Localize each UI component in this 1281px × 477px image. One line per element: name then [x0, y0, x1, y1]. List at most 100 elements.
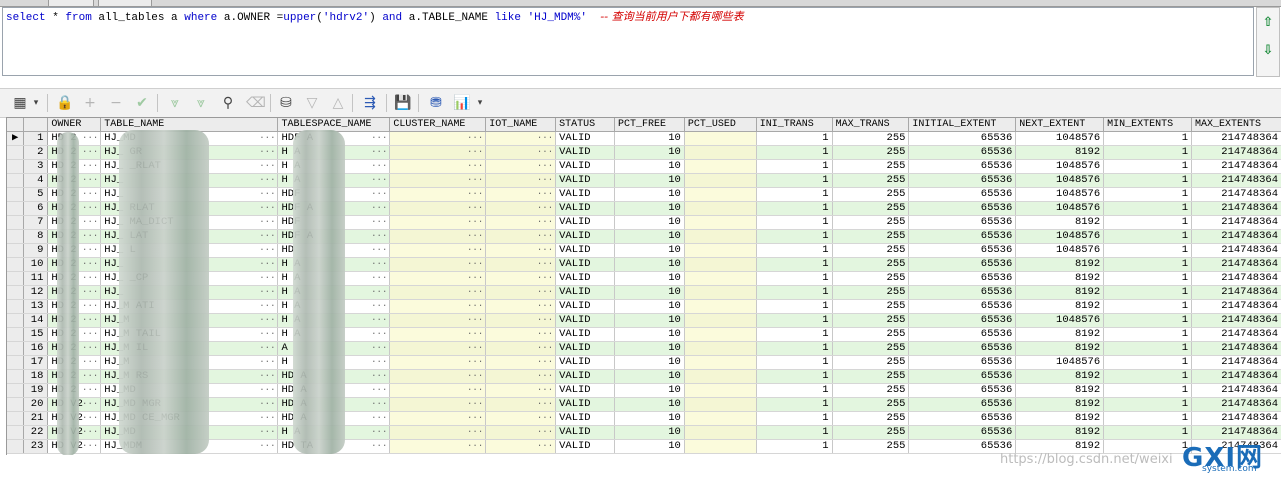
- cell-iot-name[interactable]: ···: [485, 299, 557, 314]
- cell-max-extents[interactable]: 214748364: [1191, 383, 1281, 398]
- cell-next-extent[interactable]: 8192: [1015, 383, 1105, 398]
- cell-pct-used[interactable]: [684, 285, 757, 300]
- cell-iot-name[interactable]: ···: [485, 285, 557, 300]
- cell-pct-free[interactable]: 10: [614, 299, 685, 314]
- cell-iot-name[interactable]: ···: [485, 397, 557, 412]
- cell-ini-trans[interactable]: 1: [756, 411, 833, 426]
- ellipsis-button[interactable]: ···: [537, 132, 553, 145]
- ellipsis-button[interactable]: ···: [467, 160, 483, 173]
- cell-cluster-name[interactable]: ···: [389, 327, 487, 342]
- cell-next-extent[interactable]: 8192: [1015, 369, 1105, 384]
- cell-min-extents[interactable]: 1: [1103, 145, 1193, 160]
- cell-pct-free[interactable]: 10: [614, 411, 685, 426]
- cell-next-extent[interactable]: 1048576: [1015, 229, 1105, 244]
- ellipsis-button[interactable]: ···: [82, 426, 98, 439]
- ellipsis-button[interactable]: ···: [82, 188, 98, 201]
- cell-pct-used[interactable]: [684, 243, 757, 258]
- cell-max-extents[interactable]: 214748364: [1191, 201, 1281, 216]
- cell-pct-used[interactable]: [684, 327, 757, 342]
- cell-min-extents[interactable]: 1: [1103, 299, 1193, 314]
- ellipsis-button[interactable]: ···: [371, 342, 387, 355]
- ellipsis-button[interactable]: ···: [82, 356, 98, 369]
- cell-pct-free[interactable]: 10: [614, 397, 685, 412]
- delete-record-icon[interactable]: −: [106, 93, 126, 113]
- cell-pct-used[interactable]: [684, 397, 757, 412]
- cell-next-extent[interactable]: 8192: [1015, 411, 1105, 426]
- cell-next-extent[interactable]: 1048576: [1015, 313, 1105, 328]
- cell-next-extent[interactable]: 1048576: [1015, 187, 1105, 202]
- cell-status[interactable]: VALID: [555, 271, 615, 286]
- cell-initial-extent[interactable]: 65536: [908, 327, 1017, 342]
- cell-iot-name[interactable]: ···: [485, 383, 557, 398]
- cell-iot-name[interactable]: ···: [485, 425, 557, 440]
- ellipsis-button[interactable]: ···: [259, 258, 275, 271]
- cell-cluster-name[interactable]: ···: [389, 159, 487, 174]
- cell-max-trans[interactable]: 255: [832, 313, 910, 328]
- ellipsis-button[interactable]: ···: [537, 356, 553, 369]
- cell-initial-extent[interactable]: 65536: [908, 411, 1017, 426]
- ellipsis-button[interactable]: ···: [259, 202, 275, 215]
- cell-max-trans[interactable]: 255: [832, 145, 910, 160]
- cell-ini-trans[interactable]: 1: [756, 341, 833, 356]
- cell-pct-free[interactable]: 10: [614, 201, 685, 216]
- cell-max-extents[interactable]: 214748364: [1191, 327, 1281, 342]
- cell-cluster-name[interactable]: ···: [389, 383, 487, 398]
- cell-next-extent[interactable]: 8192: [1015, 341, 1105, 356]
- sql-editor[interactable]: select * from all_tables a where a.OWNER…: [2, 7, 1254, 76]
- cell-iot-name[interactable]: ···: [485, 201, 557, 216]
- cell-cluster-name[interactable]: ···: [389, 369, 487, 384]
- cell-pct-used[interactable]: [684, 411, 757, 426]
- column-header-min-extents[interactable]: MIN_EXTENTS: [1103, 118, 1193, 132]
- cell-max-trans[interactable]: 255: [832, 425, 910, 440]
- cell-ini-trans[interactable]: 1: [756, 243, 833, 258]
- cell-max-trans[interactable]: 255: [832, 215, 910, 230]
- ellipsis-button[interactable]: ···: [82, 146, 98, 159]
- cell-next-extent[interactable]: 8192: [1015, 257, 1105, 272]
- result-grid[interactable]: OWNER TABLE_NAME TABLESPACE_NAME CLUSTER_NA…: [6, 117, 1281, 456]
- cell-pct-used[interactable]: [684, 201, 757, 216]
- next-query-icon[interactable]: ⇩: [1261, 44, 1275, 58]
- cell-pct-used[interactable]: [684, 215, 757, 230]
- ellipsis-button[interactable]: ···: [259, 356, 275, 369]
- ellipsis-button[interactable]: ···: [537, 216, 553, 229]
- sort-icon[interactable]: △: [328, 93, 348, 113]
- cell-status[interactable]: VALID: [555, 159, 615, 174]
- cell-initial-extent[interactable]: 65536: [908, 159, 1017, 174]
- ellipsis-button[interactable]: ···: [259, 314, 275, 327]
- cell-max-extents[interactable]: 214748364: [1191, 131, 1281, 146]
- cell-max-extents[interactable]: 214748364: [1191, 313, 1281, 328]
- cell-cluster-name[interactable]: ···: [389, 229, 487, 244]
- cell-pct-used[interactable]: [684, 383, 757, 398]
- cell-pct-free[interactable]: 10: [614, 327, 685, 342]
- ellipsis-button[interactable]: ···: [259, 412, 275, 425]
- cell-pct-free[interactable]: 10: [614, 159, 685, 174]
- cell-max-extents[interactable]: 214748364: [1191, 397, 1281, 412]
- ellipsis-button[interactable]: ···: [467, 370, 483, 383]
- cell-status[interactable]: VALID: [555, 439, 615, 454]
- ellipsis-button[interactable]: ···: [371, 272, 387, 285]
- ellipsis-button[interactable]: ···: [259, 244, 275, 257]
- ellipsis-button[interactable]: ···: [467, 174, 483, 187]
- cell-initial-extent[interactable]: 65536: [908, 229, 1017, 244]
- ellipsis-button[interactable]: ···: [82, 258, 98, 271]
- ellipsis-button[interactable]: ···: [537, 160, 553, 173]
- ellipsis-button[interactable]: ···: [537, 314, 553, 327]
- query-by-example-icon[interactable]: ⛁: [276, 93, 296, 113]
- cell-cluster-name[interactable]: ···: [389, 299, 487, 314]
- ellipsis-button[interactable]: ···: [537, 146, 553, 159]
- ellipsis-button[interactable]: ···: [467, 216, 483, 229]
- cell-next-extent[interactable]: 8192: [1015, 215, 1105, 230]
- cell-max-extents[interactable]: 214748364: [1191, 173, 1281, 188]
- tab-output[interactable]: [98, 0, 152, 7]
- cell-pct-free[interactable]: 10: [614, 341, 685, 356]
- ellipsis-button[interactable]: ···: [371, 328, 387, 341]
- ellipsis-button[interactable]: ···: [259, 300, 275, 313]
- cell-pct-free[interactable]: 10: [614, 215, 685, 230]
- ellipsis-button[interactable]: ···: [537, 412, 553, 425]
- ellipsis-button[interactable]: ···: [537, 328, 553, 341]
- cell-min-extents[interactable]: 1: [1103, 411, 1193, 426]
- cell-status[interactable]: VALID: [555, 201, 615, 216]
- cell-pct-used[interactable]: [684, 341, 757, 356]
- ellipsis-button[interactable]: ···: [537, 300, 553, 313]
- cell-max-extents[interactable]: 214748364: [1191, 355, 1281, 370]
